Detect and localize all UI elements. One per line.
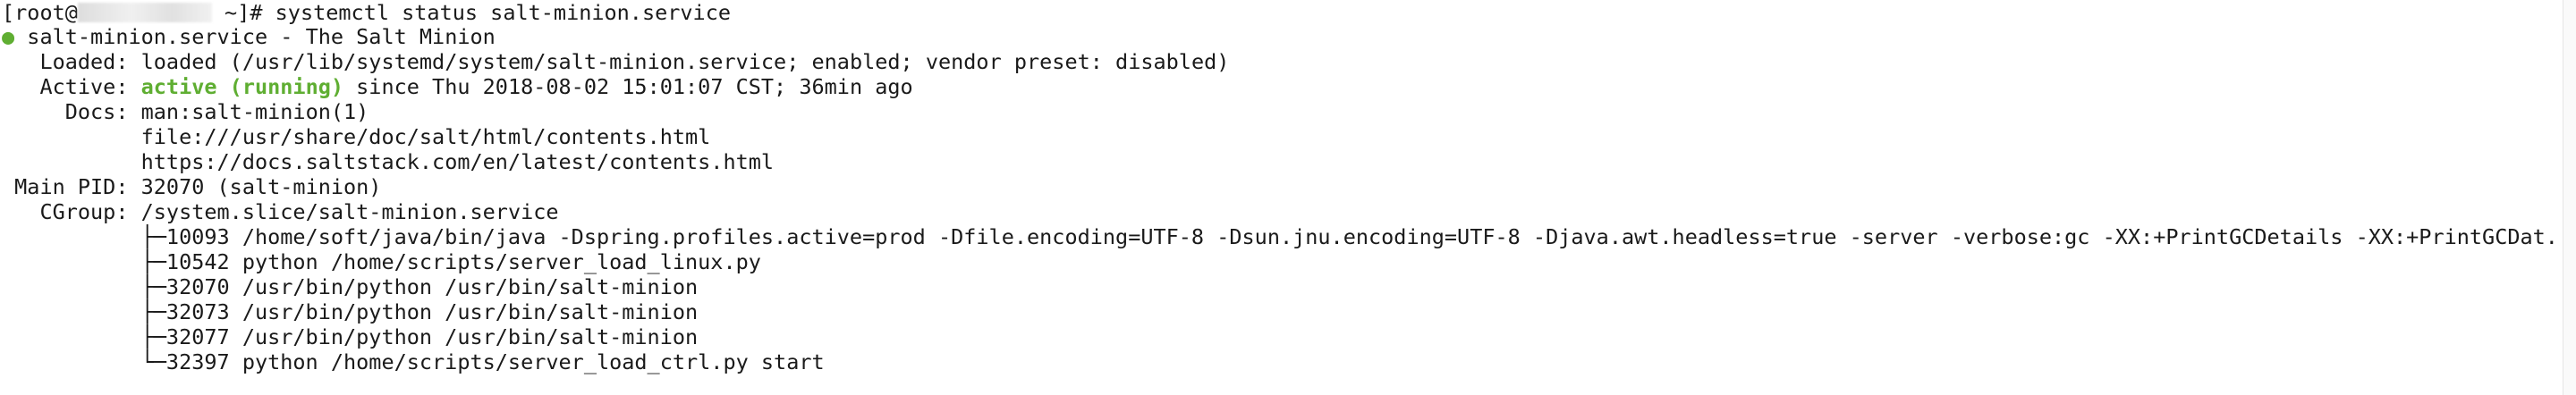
loaded-value: loaded (/usr/lib/systemd/system/salt-min… [140, 49, 1230, 74]
loaded-line: Loaded: loaded (/usr/lib/systemd/system/… [2, 49, 1229, 74]
active-since-text: since Thu 2018-08-02 15:01:07 CST; 36min… [343, 74, 913, 99]
unit-header-line: ● salt-minion.service - The Salt Minion [2, 24, 496, 49]
process-row: ├─10093 /home/soft/java/bin/java -Dsprin… [2, 224, 2576, 249]
active-line: Active: active (running) since Thu 2018-… [2, 74, 913, 99]
prompt-open-bracket: [ [2, 0, 15, 25]
docs-link-file: file:///usr/share/doc/salt/html/contents… [140, 124, 711, 149]
main-pid-label: Main PID: [2, 174, 141, 199]
process-row: ├─32073 /usr/bin/python /usr/bin/salt-mi… [2, 299, 699, 324]
cgroup-line: CGroup: /system.slice/salt-minion.servic… [2, 199, 559, 224]
process-row: └─32397 python /home/scripts/server_load… [2, 349, 825, 374]
main-pid-line: Main PID: 32070 (salt-minion) [2, 174, 381, 199]
docs-label: Docs: [2, 99, 141, 124]
cgroup-value: /system.slice/salt-minion.service [140, 199, 559, 224]
process-row: ├─32077 /usr/bin/python /usr/bin/salt-mi… [2, 324, 699, 349]
command-prompt-line: [root@ ~]# systemctl status salt-minion.… [2, 0, 731, 25]
status-bullet-icon: ● [2, 24, 15, 49]
docs-line: Docs: man:salt-minion(1) [2, 99, 369, 124]
docs-link-man: man:salt-minion(1) [140, 99, 369, 124]
docs-line: file:///usr/share/doc/salt/html/contents… [2, 124, 711, 149]
process-row: ├─32070 /usr/bin/python /usr/bin/salt-mi… [2, 274, 699, 299]
active-state-badge: active (running) [140, 74, 344, 99]
redacted-hostname [77, 3, 212, 22]
vertical-scrollbar[interactable] [2563, 0, 2576, 395]
command-text: systemctl status salt-minion.service [275, 0, 731, 25]
unit-header-text: salt-minion.service - The Salt Minion [14, 24, 496, 49]
docs-indent [2, 149, 141, 174]
prompt-dir-suffix: ~]# [211, 0, 275, 25]
cgroup-label: CGroup: [2, 199, 141, 224]
docs-indent [2, 124, 141, 149]
active-label: Active: [2, 74, 141, 99]
docs-link-web: https://docs.saltstack.com/en/latest/con… [140, 149, 775, 174]
terminal-window[interactable]: [root@ ~]# systemctl status salt-minion.… [0, 0, 2576, 395]
docs-line: https://docs.saltstack.com/en/latest/con… [2, 149, 774, 174]
main-pid-value: 32070 (salt-minion) [140, 174, 382, 199]
loaded-label: Loaded: [2, 49, 141, 74]
process-row: ├─10542 python /home/scripts/server_load… [2, 249, 761, 274]
prompt-user: root@ [14, 0, 78, 25]
